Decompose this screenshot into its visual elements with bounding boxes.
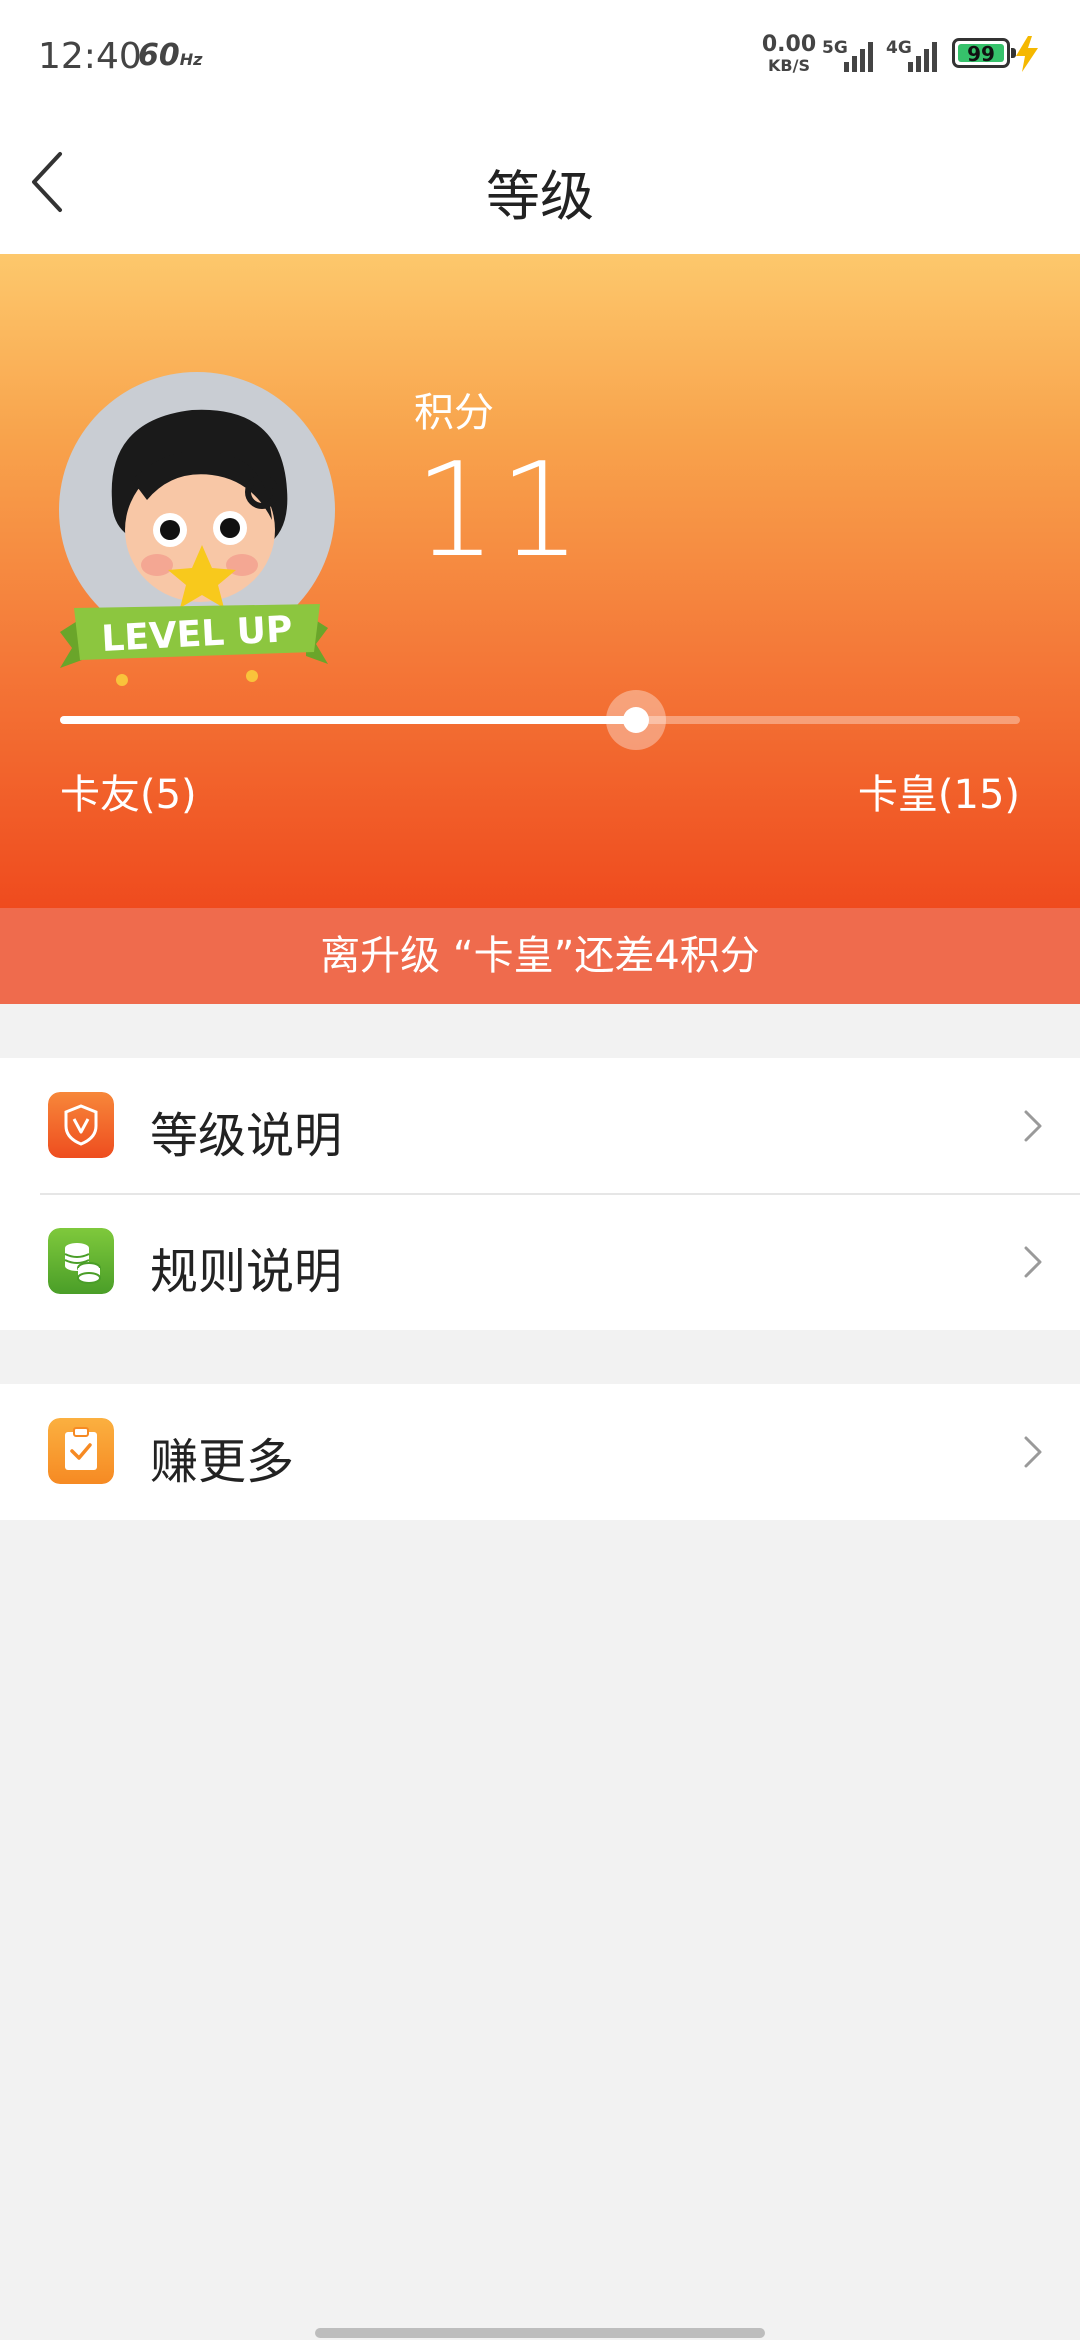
clipboard-check-icon <box>48 1418 114 1484</box>
level-progress-fill <box>60 716 636 724</box>
earn-more-label: 赚更多 <box>150 1434 295 1490</box>
upgrade-hint-banner: 离升级 “卡皇”还差4积分 <box>0 908 1080 1004</box>
page-title: 等级 <box>486 165 594 228</box>
signal-5g-icon: 5G <box>822 36 878 72</box>
status-time: 12:40 <box>38 36 142 77</box>
shield-v-icon <box>48 1092 114 1158</box>
score-label: 积分 <box>414 390 494 436</box>
chevron-right-icon <box>1024 1246 1042 1278</box>
rules-description-label: 规则说明 <box>150 1244 343 1300</box>
score-value: 11 <box>414 434 584 586</box>
next-level-label: 卡皇(15) <box>857 772 1020 818</box>
level-progress-thumb <box>606 690 666 750</box>
chevron-right-icon <box>1024 1110 1042 1142</box>
level-description-item[interactable]: 等级说明 <box>0 1058 1080 1194</box>
current-level-label: 卡友(5) <box>60 772 197 818</box>
network-speed: 0.00 KB/S <box>761 32 817 75</box>
menu-group-earn: 赚更多 <box>0 1384 1080 1520</box>
menu-group-info: 等级说明 规则说明 <box>0 1058 1080 1330</box>
nav-bar: 等级 <box>0 112 1080 254</box>
level-header: LEVEL UP 积分 11 卡友(5) 卡皇(15) <box>0 254 1080 908</box>
battery-icon: 99 <box>952 38 1016 68</box>
refresh-rate: 60Hz <box>138 38 203 73</box>
chevron-right-icon <box>1024 1436 1042 1468</box>
charging-bolt-icon <box>1016 36 1038 72</box>
level-description-label: 等级说明 <box>150 1108 343 1164</box>
home-indicator[interactable] <box>315 2328 765 2338</box>
level-progress-bar <box>60 690 1020 750</box>
rules-description-item[interactable]: 规则说明 <box>0 1194 1080 1330</box>
earn-more-item[interactable]: 赚更多 <box>0 1384 1080 1520</box>
level-up-avatar-icon: LEVEL UP <box>59 372 335 686</box>
coins-icon <box>48 1228 114 1294</box>
signal-4g-icon: 4G <box>886 36 942 72</box>
status-bar: 12:40 60Hz 0.00 KB/S 5G 4G 99 <box>0 0 1080 112</box>
